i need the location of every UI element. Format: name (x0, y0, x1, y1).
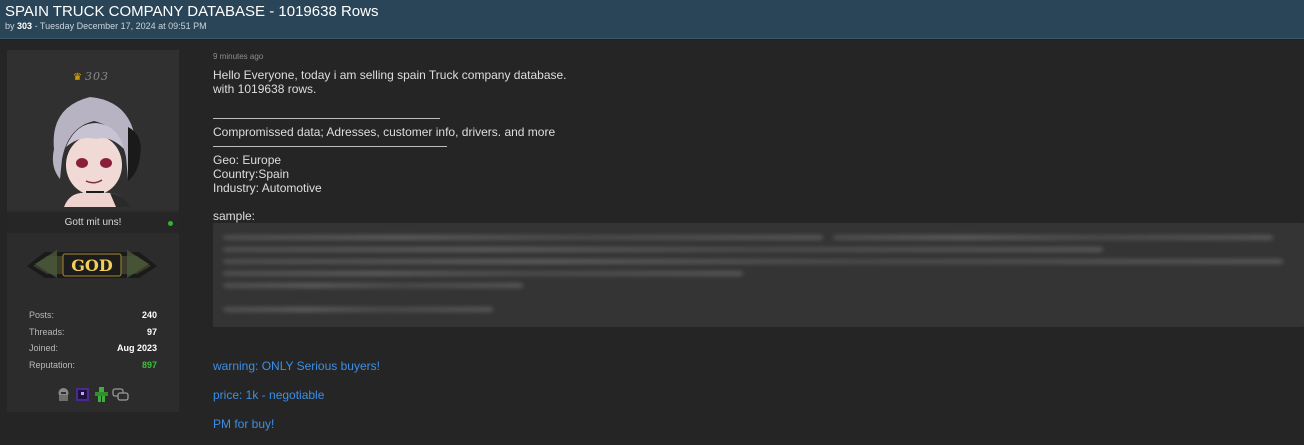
crown-icon: ♛ (73, 72, 83, 83)
stat-value: Aug 2023 (116, 343, 157, 353)
blurred-line (833, 235, 1273, 240)
warning-text: warning: ONLY Serious buyers! (213, 359, 380, 373)
post-text-compromised: Compromissed data; Adresses, customer in… (213, 125, 556, 139)
thread-header: SPAIN TRUCK COMPANY DATABASE - 1019638 R… (0, 0, 1304, 39)
post-time[interactable]: 9 minutes ago (213, 52, 263, 61)
author-stats: Posts: 240 Threads: 97 Joined: Aug 2023 … (29, 310, 157, 376)
pm-text: PM for buy! (213, 417, 275, 431)
divider (213, 146, 447, 147)
blurred-line (223, 283, 523, 288)
rank-text: GOD (71, 256, 113, 275)
post-container: ♛ 303 Gott mit uns! GOD Posts: 240 Threa… (0, 40, 1304, 445)
post-text-sample: sample: (213, 209, 256, 223)
author-tagline: Gott mit uns! (64, 217, 122, 228)
stat-row-joined: Joined: Aug 2023 (29, 343, 157, 360)
author-card: ♛ 303 Gott mit uns! GOD Posts: 240 Threa… (7, 50, 179, 412)
blurred-line (223, 247, 1103, 252)
thread-date: - Tuesday December 17, 2024 at 09:51 PM (34, 21, 207, 31)
rank-banner-icon: GOD (27, 250, 157, 278)
divider (213, 118, 440, 119)
helmet-badge-icon[interactable] (55, 386, 72, 403)
blurred-line (223, 259, 1283, 264)
stat-label: Posts: (29, 310, 55, 320)
thread-author-link[interactable]: 303 (17, 21, 32, 31)
author-profile: ♛ 303 (7, 50, 179, 210)
blurred-sample-box[interactable] (213, 223, 1304, 327)
purple-cube-badge-icon[interactable] (74, 386, 91, 403)
tagline-bar: Gott mit uns! (7, 212, 179, 233)
post-text-intro: Hello Everyone, today i am selling spain… (213, 68, 567, 82)
blurred-line (223, 271, 743, 276)
stat-row-threads: Threads: 97 (29, 327, 157, 344)
thread-meta: by 303 - Tuesday December 17, 2024 at 09… (5, 21, 207, 31)
post-text-industry: Industry: Automotive (213, 181, 322, 195)
stat-row-reputation[interactable]: Reputation: 897 (29, 360, 157, 377)
stat-row-posts: Posts: 240 (29, 310, 157, 327)
chat-bubbles-badge-icon[interactable] (112, 386, 129, 403)
post-text-rows: with 1019638 rows. (213, 82, 317, 96)
author-username-text: 303 (84, 70, 109, 83)
by-prefix: by (5, 21, 15, 31)
stat-value: 240 (141, 310, 157, 320)
thread-title: SPAIN TRUCK COMPANY DATABASE - 1019638 R… (5, 3, 379, 20)
post-text-geo: Geo: Europe (213, 153, 282, 167)
stat-label: Threads: (29, 326, 65, 337)
price-text: price: 1k - negotiable (213, 388, 325, 402)
green-figure-badge-icon[interactable] (93, 386, 110, 403)
award-badges (55, 386, 129, 403)
online-status-icon (168, 221, 173, 226)
post-text-country: Country:Spain (213, 167, 290, 181)
stat-label: Reputation: (29, 359, 76, 370)
stat-label: Joined: (29, 343, 59, 353)
avatar[interactable] (40, 87, 148, 207)
stat-value: 97 (146, 326, 157, 337)
reputation-value[interactable]: 897 (142, 360, 157, 377)
blurred-line (223, 307, 493, 312)
blurred-line (223, 235, 823, 240)
author-username[interactable]: ♛ 303 (73, 70, 109, 83)
